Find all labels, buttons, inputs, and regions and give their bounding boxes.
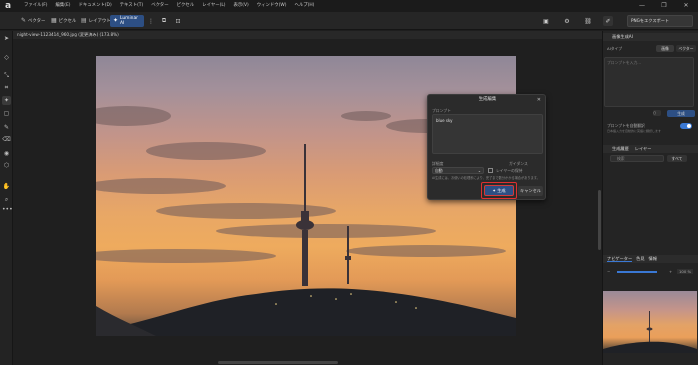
eraser-tool-icon[interactable]: ⌫: [2, 135, 11, 144]
tab-color[interactable]: 色見: [636, 256, 644, 261]
shape-tool-icon[interactable]: ⬡: [2, 161, 11, 170]
attach-icon[interactable]: ○: [653, 110, 661, 116]
zoom-value[interactable]: 100 %: [677, 269, 694, 274]
ai-panel-header[interactable]: 画像生成AI: [603, 33, 698, 41]
app-logo[interactable]: a: [3, 1, 13, 11]
menu-file[interactable]: ファイル(F): [20, 0, 52, 12]
history-header-label: 生成履歴: [612, 146, 629, 151]
detail-value: 自動: [435, 168, 443, 173]
export-png-button[interactable]: PNGをエクスポート: [627, 15, 693, 27]
menu-view[interactable]: 表示(V): [229, 0, 252, 12]
detail-select[interactable]: 自動 ⌄: [432, 167, 484, 174]
dialog-title: 生成編集: [478, 97, 497, 102]
more-tools-icon[interactable]: •••: [2, 205, 13, 214]
vertical-scrollbar[interactable]: [598, 190, 601, 250]
filter-select[interactable]: すべて: [667, 155, 687, 162]
dialog-note: AI生成には、お使いの処理系により、完了まで数分かかる場合があります。: [432, 176, 540, 180]
pixel-label: ピクセル: [58, 19, 77, 24]
maximize-button[interactable]: ❐: [656, 0, 672, 12]
menu-text[interactable]: テキスト(T): [116, 0, 148, 12]
layout-mode-button[interactable]: ▤ レイアウト: [78, 15, 114, 27]
tab-image[interactable]: 画像: [656, 45, 674, 52]
zoom-slider[interactable]: [617, 271, 657, 273]
zoom-tool-icon[interactable]: ⌕: [2, 195, 11, 204]
menu-document[interactable]: ドキュメント(D): [75, 0, 116, 12]
generate-label: 生成: [497, 188, 506, 193]
luminar-label: Luminar AI: [120, 16, 138, 26]
zoom-in-icon[interactable]: +: [669, 269, 672, 274]
horizontal-scrollbar[interactable]: [218, 361, 338, 364]
generate-button[interactable]: ✦ 生成: [484, 185, 514, 196]
more-options-button[interactable]: ⋮: [146, 16, 156, 26]
keep-layer-checkbox[interactable]: [488, 168, 493, 173]
brush-tool-icon[interactable]: ✎: [2, 123, 11, 132]
document-setup-icon[interactable]: ▣: [541, 16, 551, 26]
node-tool-icon[interactable]: ◇: [2, 53, 11, 62]
export-label: PNGをエクスポート: [631, 18, 670, 23]
ai-prompt-field[interactable]: プロンプトを入力...: [604, 57, 694, 107]
chevron-down-icon: ⌄: [477, 168, 481, 173]
layout-label: レイアウト: [88, 19, 111, 24]
menu-vector[interactable]: ベクター: [147, 0, 172, 12]
menu-bar: a ファイル(F) 編集(E) ドキュメント(D) テキスト(T) ベクター ピ…: [0, 0, 698, 12]
search-placeholder: 検索: [617, 156, 625, 161]
menu-edit[interactable]: 編集(E): [52, 0, 75, 12]
zoom-out-icon[interactable]: −: [607, 269, 610, 274]
transform-icon[interactable]: ⊡: [173, 16, 183, 26]
generate-small-button[interactable]: 生成: [667, 110, 695, 117]
tab-info[interactable]: 情報: [649, 256, 657, 261]
luminar-mode-button[interactable]: ✦ Luminar AI: [110, 15, 144, 27]
vector-icon: ✎: [21, 17, 27, 24]
menu-pixel[interactable]: ピクセル: [173, 0, 199, 12]
hand-tool-icon[interactable]: ✋: [2, 182, 11, 191]
menu-help[interactable]: ヘルプ(H): [290, 0, 318, 12]
ai-type-label: AIタイプ: [607, 46, 623, 51]
crop-icon[interactable]: ⧉: [159, 16, 169, 26]
guidance-label: ガイダンス: [509, 161, 528, 166]
navigator-header: ナビゲーター 色見 情報: [603, 255, 698, 263]
luminar-icon: ✦: [113, 17, 119, 24]
link-icon[interactable]: ⛓: [583, 16, 593, 26]
cancel-button[interactable]: キャンセル: [518, 186, 543, 196]
fill-tool-icon[interactable]: ◉: [2, 149, 11, 158]
pixel-icon: ▦: [51, 17, 57, 24]
vector-mode-button[interactable]: ✎ ベクター: [18, 15, 48, 27]
tab-navigator[interactable]: ナビゲーター: [607, 256, 633, 262]
history-search-input[interactable]: 検索: [610, 155, 664, 162]
ai-edit-tool-icon[interactable]: ✦: [2, 96, 11, 105]
settings-icon[interactable]: ⚙: [562, 16, 572, 26]
move-tool-icon[interactable]: ➤: [2, 34, 11, 43]
navigator-thumbnail[interactable]: [603, 291, 697, 353]
auto-translate-toggle[interactable]: [680, 123, 692, 129]
tab-layers[interactable]: レイヤー: [635, 146, 652, 151]
menu-list: ファイル(F) 編集(E) ドキュメント(D) テキスト(T) ベクター ピクセ…: [20, 0, 318, 12]
vector-label: ベクター: [28, 19, 46, 24]
minimize-button[interactable]: —: [634, 0, 650, 12]
menu-window[interactable]: ウィンドウ(W): [253, 0, 291, 12]
prompt-input[interactable]: blue sky: [432, 114, 543, 154]
crop-tool-icon[interactable]: ⌗: [2, 83, 11, 92]
auto-translate-desc: 日本語入力を自動的に英語に翻訳します: [607, 129, 662, 133]
selection-tool-icon[interactable]: ▢: [2, 109, 11, 118]
keep-layer-label: レイヤーの保持: [496, 168, 523, 173]
history-header[interactable]: 生成履歴 レイヤー: [603, 145, 698, 153]
dialog-close-icon[interactable]: ✕: [537, 95, 541, 105]
document-tab[interactable]: night-view-1123414_960.jpg (変更済み) (173.8…: [13, 31, 602, 39]
menu-layer[interactable]: レイヤー(L): [198, 0, 229, 12]
tab-vector[interactable]: ベクター: [676, 45, 696, 52]
brush-icon[interactable]: ✐: [603, 16, 613, 26]
close-window-button[interactable]: ✕: [678, 0, 694, 12]
top-toolbar: ✎ ベクター ▦ ピクセル ▤ レイアウト ✦ Luminar AI ⋮ ⧉ ⊡ ▣ ⚙…: [0, 12, 698, 30]
pixel-mode-button[interactable]: ▦ ピクセル: [48, 15, 79, 27]
tools-panel: ➤ ◇ ⤡ ⌗ ✦ ▢ ✎ ⌫ ◉ ⬡ ✋ ⌕ •••: [0, 31, 13, 365]
layout-icon: ▤: [81, 17, 87, 24]
thumbnail-image: [603, 311, 697, 353]
transform-tool-icon[interactable]: ⤡: [2, 71, 11, 80]
